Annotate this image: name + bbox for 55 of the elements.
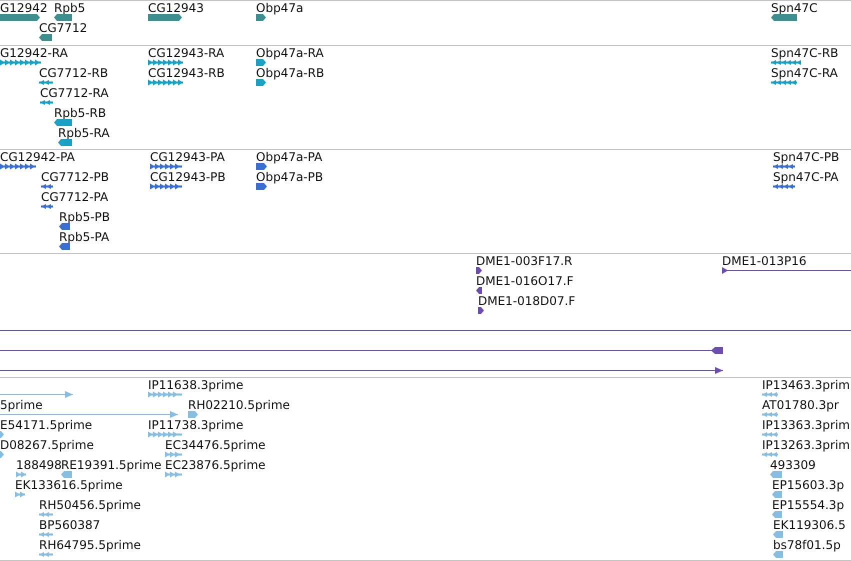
feature-label: EK133616.5prime (15, 479, 123, 492)
feature-label: IP13263.3prim (762, 439, 850, 452)
feature-label: DME1-003F17.R (476, 255, 572, 268)
feature-label: Rpb5-PB (59, 211, 110, 224)
feature-label: CG7712-RB (39, 67, 108, 80)
feature-label: IP13363.3prim (762, 419, 850, 432)
feature-label: EC34476.5prime (165, 439, 266, 452)
feature-label: G12942 (0, 2, 48, 15)
feature-label: CG12943 (148, 2, 204, 15)
feature-label: BP560387 (39, 519, 100, 532)
feature-label: CG12943-RA (148, 47, 224, 60)
feature-label: RH64795.5prime (39, 539, 141, 552)
feature-label: G12942-RA (0, 47, 68, 60)
feature-label: AT01780.3pr (762, 399, 839, 412)
feature-label: 5prime (0, 399, 43, 412)
feature-label: DME1-016O17.F (476, 275, 574, 288)
feature-label: Obp47a-RB (256, 67, 324, 80)
feature-label: 188498 (16, 459, 62, 472)
feature-label: RE19391.5prime (61, 459, 162, 472)
feature-label: RH50456.5prime (39, 499, 141, 512)
feature-label: Spn47C (771, 2, 818, 15)
feature-label: Rpb5-RA (58, 127, 110, 140)
feature-label: EC23876.5prime (165, 459, 266, 472)
feature-label: Obp47a (256, 2, 304, 15)
feature-label: Spn47C-PA (773, 171, 838, 184)
feature-label: Rpb5 (54, 2, 86, 15)
feature-label: Rpb5-RB (54, 107, 106, 120)
feature-label: CG7712-RA (40, 87, 109, 100)
feature-label: RH02210.5prime (188, 399, 290, 412)
feature-label: Obp47a-RA (256, 47, 324, 60)
feature-label: CG7712 (39, 22, 88, 35)
feature-label: CG7712-PA (41, 191, 108, 204)
feature-label: DME1-018D07.F (478, 295, 576, 308)
feature-label: Obp47a-PB (256, 171, 324, 184)
feature-label: CG12943-RB (148, 67, 225, 80)
feature-label: IP11738.3prime (148, 419, 244, 432)
feature-label: Spn47C-PB (773, 151, 840, 164)
feature-label: CG12943-PB (150, 171, 226, 184)
feature-label: bs78f01.5p (773, 539, 841, 552)
feature-label: IP11638.3prime (148, 379, 244, 392)
feature-label: Spn47C-RB (771, 47, 838, 60)
feature-label: 493309 (770, 459, 816, 472)
feature-label: Spn47C-RA (771, 67, 838, 80)
feature-label: CG7712-PB (41, 171, 110, 184)
feature-label: EP15554.3p (772, 499, 844, 512)
feature-label: DME1-013P16 (722, 255, 807, 268)
feature-label: EK119306.5 (773, 519, 846, 532)
feature-label: CG12942-PA (0, 151, 75, 164)
feature-label: CG12943-PA (150, 151, 225, 164)
feature-label: IP13463.3prim (762, 379, 850, 392)
feature-label: E54171.5prime (0, 419, 92, 432)
feature-label: D08267.5prime (0, 439, 94, 452)
feature-label: Obp47a-PA (256, 151, 322, 164)
feature-label: Rpb5-PA (59, 231, 110, 244)
feature-label: EP15603.3p (772, 479, 844, 492)
